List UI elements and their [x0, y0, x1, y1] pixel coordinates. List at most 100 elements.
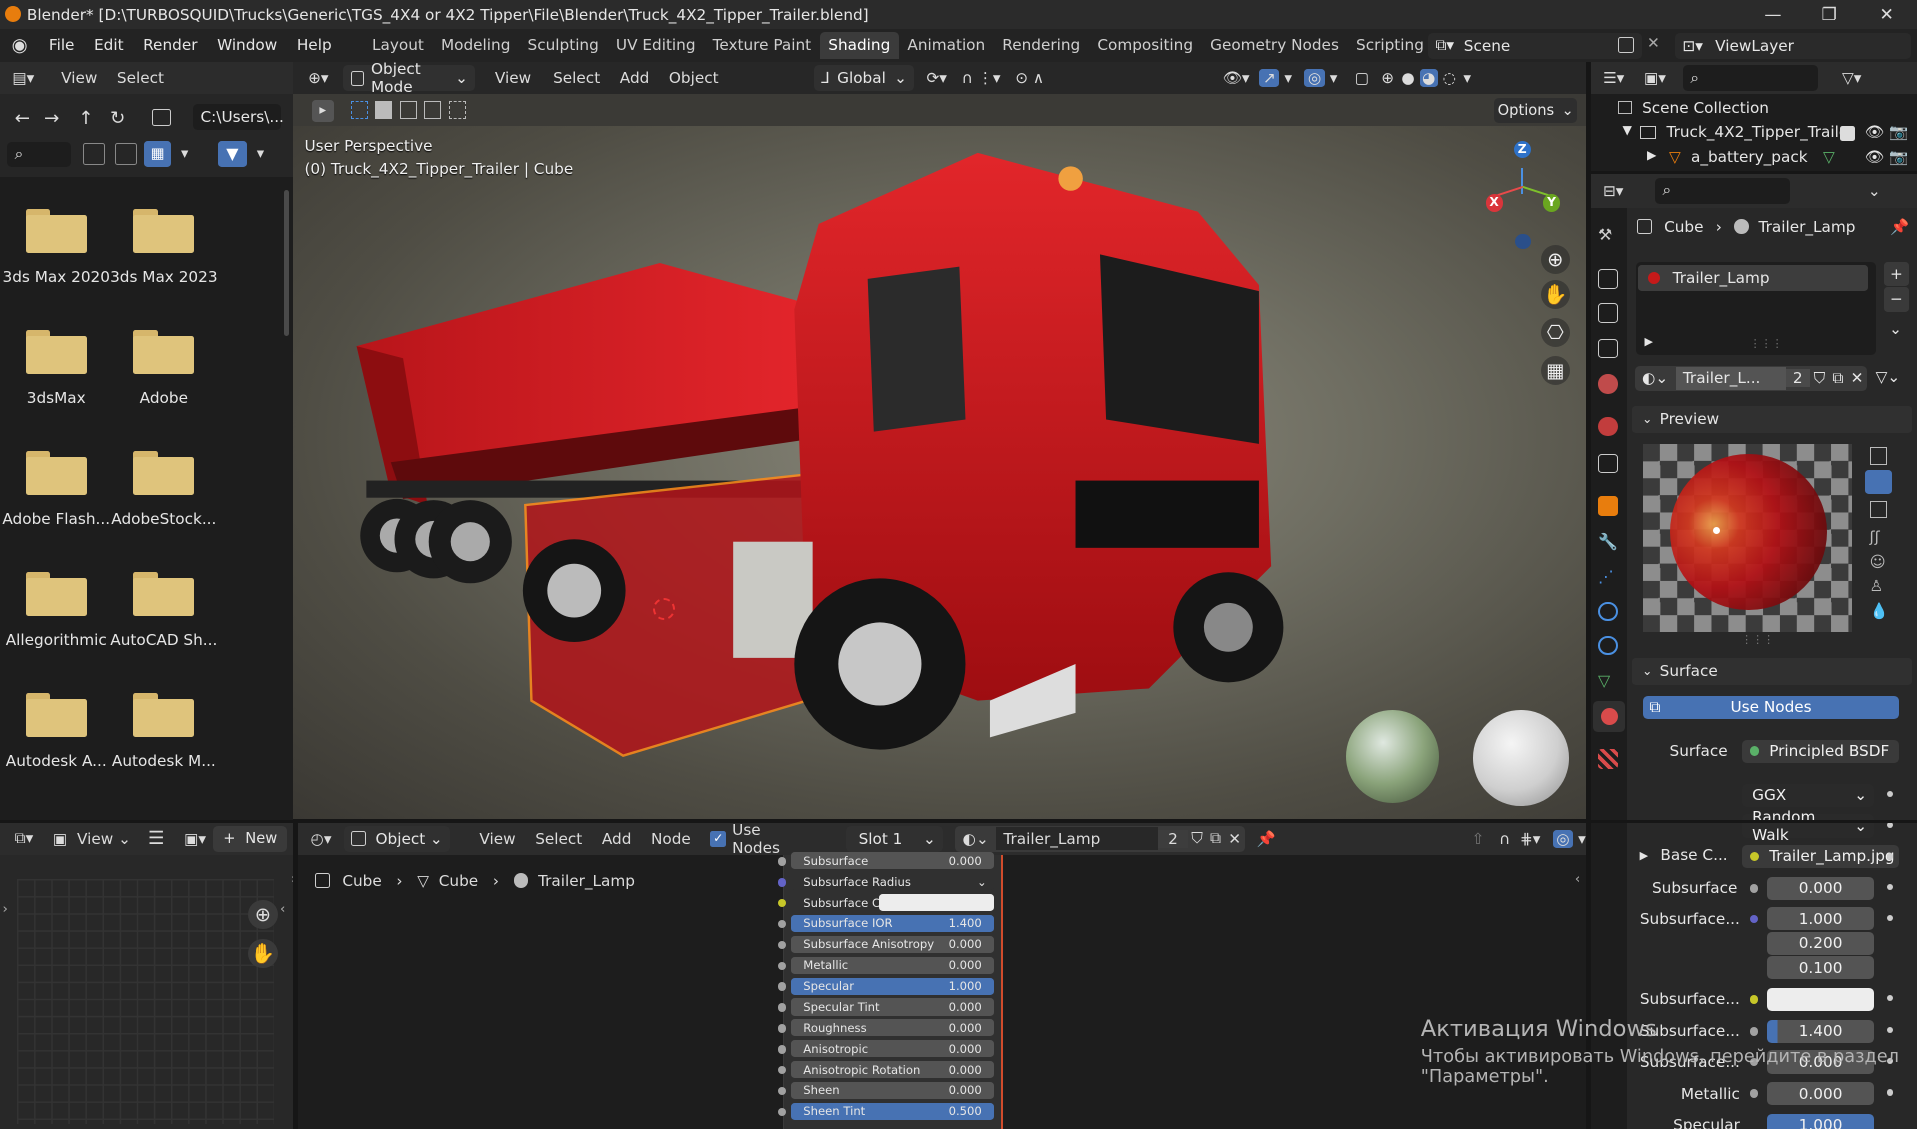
file-select-menu[interactable]: Select — [110, 69, 172, 87]
select-box-invert-icon[interactable] — [424, 101, 442, 119]
node-menu-select[interactable]: Select — [525, 830, 592, 848]
display-mode-icon[interactable]: ▣▾ — [1637, 69, 1674, 87]
select-box-intersect-icon[interactable] — [448, 101, 466, 119]
object-tab-icon[interactable] — [1598, 496, 1618, 516]
maximize-button[interactable]: ❐ — [1801, 0, 1857, 29]
node-input-row[interactable]: Sheen Tint 0.500 — [791, 1102, 995, 1120]
slot-dropdown[interactable]: Slot 1 ⌄ — [846, 825, 944, 852]
view-layer-tab-icon[interactable] — [1598, 338, 1618, 359]
gizmo-toggle-icon[interactable]: ↗ — [1259, 69, 1280, 88]
minimize-button[interactable]: — — [1745, 0, 1801, 29]
color-socket-icon[interactable] — [1749, 995, 1759, 1004]
keyframe-dot[interactable] — [1886, 853, 1893, 860]
node-menu-add[interactable]: Add — [592, 830, 641, 848]
texture-tab-icon[interactable] — [1598, 749, 1618, 770]
render-tab-icon[interactable] — [1598, 268, 1618, 289]
node-input-socket[interactable] — [777, 1003, 787, 1012]
image-view-mode-icon[interactable]: ▣ — [48, 830, 72, 848]
overlay-toggle-icon[interactable]: ◎ — [1552, 829, 1574, 848]
outliner-filter-icon[interactable]: ▽▾ — [1842, 69, 1861, 87]
scene-selector[interactable]: ⧉▾ Scene — [1428, 33, 1643, 59]
properties-search-input[interactable]: ⌕ — [1655, 177, 1790, 204]
specular-field[interactable]: 1.000 — [1766, 1113, 1875, 1129]
collection-label[interactable]: Truck_4X2_Tipper_Trailer — [1667, 123, 1855, 141]
pivot-icon[interactable]: ⟳▾ — [926, 69, 946, 87]
node-input-row[interactable]: Subsurface C... — [791, 893, 995, 912]
toolbar-toggle-icon[interactable]: › — [2, 902, 7, 917]
close-button[interactable]: ✕ — [1859, 0, 1915, 29]
shading-dropdown-icon[interactable]: ▾ — [1463, 69, 1471, 87]
material-slot-item[interactable]: Trailer_Lamp — [1638, 265, 1869, 291]
hamburger-menu-icon[interactable]: ☰ — [136, 828, 177, 849]
preview-type-cloth-icon[interactable]: ♙ — [1870, 577, 1884, 595]
forward-icon[interactable]: → — [44, 108, 59, 129]
xray-icon[interactable]: ▢ — [1355, 69, 1369, 87]
node-editor-type-icon[interactable]: ◴▾ — [298, 830, 343, 848]
subsurface-method-dropdown[interactable]: Random Walk ⌄ — [1742, 808, 1875, 844]
editor-type-icon[interactable]: ▤▾ — [0, 69, 49, 87]
rendered-shading-icon[interactable]: ◌ — [1443, 69, 1456, 87]
thumbnails-icon[interactable]: ▦ — [144, 140, 172, 168]
node-input-row[interactable]: Specular Tint 0.000 — [791, 998, 995, 1016]
keyframe-dot[interactable] — [1886, 883, 1893, 891]
subsurface-field[interactable]: 0.000 — [1766, 876, 1875, 900]
gizmo-z-axis[interactable]: Z — [1513, 140, 1531, 158]
particles-tab-icon[interactable]: ⋰ — [1598, 567, 1618, 587]
select-tool-icon[interactable]: ▸ — [311, 100, 334, 123]
fake-user-icon[interactable]: ⛉ — [1810, 369, 1829, 388]
tab-layout[interactable]: Layout — [363, 32, 432, 59]
pan-hand-icon[interactable]: ✋ — [248, 939, 278, 969]
user-count[interactable]: 2 — [1785, 369, 1810, 388]
camera-icon[interactable]: 📷 — [1889, 148, 1908, 166]
pin-icon[interactable]: 📌 — [1890, 218, 1909, 236]
sidebar-toggle-icon[interactable]: ‹ — [280, 902, 285, 917]
outliner-editor-icon[interactable]: ☰▾ — [1591, 69, 1637, 87]
properties-options-icon[interactable]: ⌄ — [1868, 182, 1881, 200]
ortho-grid-icon[interactable]: ▦ — [1540, 355, 1570, 386]
list-expand-icon[interactable]: ▶ — [1645, 335, 1653, 348]
preview-panel-header[interactable]: ⌄ Preview — [1632, 405, 1913, 433]
new-folder-icon[interactable] — [151, 108, 172, 126]
base-color-texture-field[interactable]: Trailer_Lamp.jpg — [1742, 844, 1899, 869]
unlink-material-icon[interactable]: ✕ — [1847, 369, 1867, 387]
tab-animation[interactable]: Animation — [899, 32, 994, 59]
distribution-dropdown[interactable]: GGX ⌄ — [1742, 783, 1875, 807]
tab-shading[interactable]: Shading — [819, 32, 899, 60]
node-input-row[interactable]: Anisotropic Rotation 0.000 — [791, 1061, 995, 1079]
node-input-row[interactable]: Sheen 0.000 — [791, 1081, 995, 1100]
preview-type-hair-icon[interactable]: ʃʃ — [1870, 528, 1880, 546]
outliner-search-input[interactable]: ⌕ — [1683, 65, 1818, 92]
scene-tab-icon[interactable] — [1598, 374, 1618, 394]
folder-item[interactable]: 3ds Max 2020 — [1, 209, 111, 286]
tab-modeling[interactable]: Modeling — [432, 32, 519, 59]
vector-socket-icon[interactable] — [1749, 914, 1759, 924]
menu-render[interactable]: Render — [133, 29, 207, 62]
select-box-new-icon[interactable] — [350, 101, 368, 119]
node-input-row[interactable]: Subsurface IOR 1.400 — [791, 914, 995, 932]
snap-element-icon[interactable]: ⋕▾ — [1520, 830, 1540, 848]
image-view-menu[interactable]: View ⌄ — [72, 830, 136, 848]
node-input-row[interactable]: Subsurface Anisotropy 0.000 — [791, 935, 995, 953]
tab-texture-paint[interactable]: Texture Paint — [704, 32, 820, 59]
overlay-dropdown-icon[interactable]: ▾ — [1330, 69, 1338, 87]
data-tab-icon[interactable]: ▽ — [1598, 671, 1618, 691]
pin-icon[interactable]: 📌 — [1245, 830, 1288, 848]
fake-user-icon[interactable]: ⛉ — [1188, 829, 1207, 848]
expand-arrow-icon[interactable]: ▼ — [1623, 123, 1632, 137]
parent-node-tree-icon[interactable]: ⇧ — [1472, 830, 1485, 848]
file-view-menu[interactable]: View — [49, 69, 110, 87]
menu-edit[interactable]: Edit — [84, 29, 133, 62]
node-input-socket[interactable] — [777, 857, 787, 866]
eye-icon[interactable]: 👁 — [1865, 123, 1884, 141]
folder-item[interactable]: Autodesk M... — [109, 693, 219, 770]
overlay-dropdown-icon[interactable]: ▾ — [1578, 830, 1586, 848]
surface-shader-field[interactable]: Principled BSDF — [1742, 739, 1899, 763]
folder-item[interactable]: Adobe — [109, 330, 219, 407]
new-image-button[interactable]: + New — [213, 825, 288, 852]
unlink-material-icon[interactable]: ✕ — [1225, 830, 1245, 848]
overlay-toggle-icon[interactable]: ◎ — [1304, 69, 1325, 88]
filter-icon[interactable]: ▼ — [217, 140, 247, 168]
image-editor-type-icon[interactable]: ⧉▾ — [0, 829, 48, 848]
folder-item[interactable]: 3dsMax — [1, 330, 111, 407]
viewport-menu-view[interactable]: View — [475, 69, 543, 87]
